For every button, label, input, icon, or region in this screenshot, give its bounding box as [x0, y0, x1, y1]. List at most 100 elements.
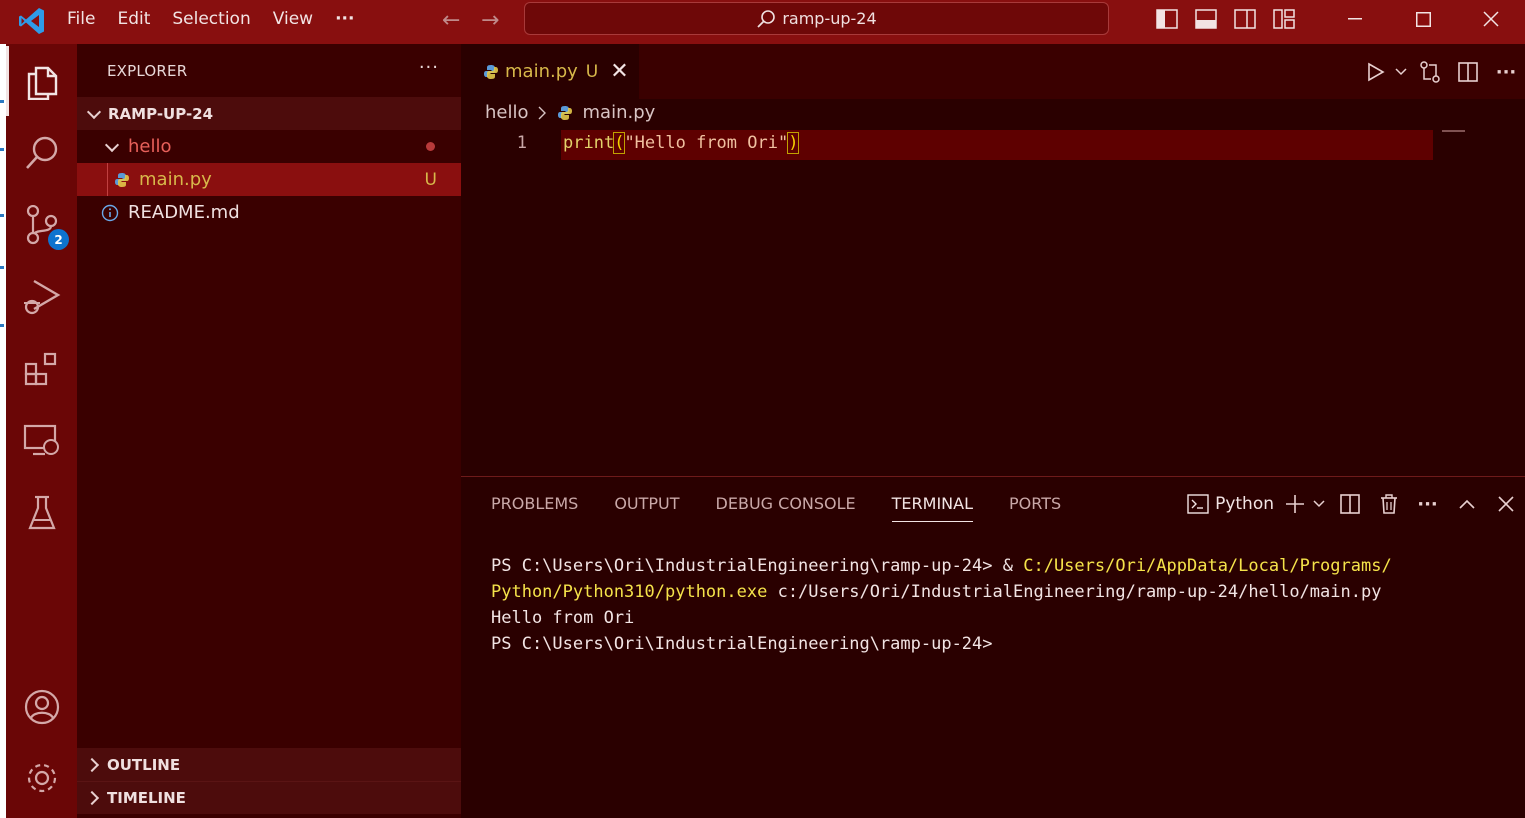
terminal-selector[interactable]: Python	[1179, 494, 1282, 514]
explorer-sidebar: EXPLORER ··· RAMP-UP-24 hello main.py U …	[77, 44, 461, 818]
terminal-exe-path-cont: Python/Python310/python.exe	[491, 582, 768, 602]
editor-more-actions-icon[interactable]: ···	[1487, 54, 1525, 90]
minimap[interactable]	[1442, 130, 1465, 132]
toggle-primary-sidebar-icon[interactable]	[1147, 0, 1186, 38]
menu-file[interactable]: File	[56, 0, 106, 38]
panel-more-actions-icon[interactable]: ···	[1408, 487, 1447, 521]
explorer-icon[interactable]	[6, 46, 77, 116]
workspace-root-label: RAMP-UP-24	[108, 104, 214, 123]
file-label: main.py	[139, 169, 212, 190]
code-token-paren-close: )	[787, 132, 800, 154]
breadcrumb: hello main.py	[485, 102, 655, 123]
workspace-root-header[interactable]: RAMP-UP-24	[77, 97, 461, 130]
run-dropdown-chevron-icon[interactable]	[1391, 54, 1411, 90]
terminal-dropdown-chevron-icon[interactable]	[1308, 487, 1330, 521]
maximize-icon[interactable]	[1389, 0, 1457, 38]
breadcrumb-folder[interactable]: hello	[485, 102, 529, 123]
chevron-right-icon	[538, 106, 546, 119]
command-center-search[interactable]: ramp-up-24	[524, 2, 1109, 35]
minimize-icon[interactable]	[1321, 0, 1389, 38]
close-tab-icon[interactable]: ✕	[610, 59, 628, 84]
tab-problems[interactable]: PROBLEMS	[491, 494, 578, 522]
toggle-panel-icon[interactable]	[1186, 0, 1225, 38]
split-editor-icon[interactable]	[1449, 54, 1487, 90]
breadcrumb-file[interactable]: main.py	[583, 102, 656, 123]
extensions-icon[interactable]	[6, 334, 77, 404]
terminal-output[interactable]: PS C:\Users\Ori\IndustrialEngineering\ra…	[491, 553, 1392, 657]
menu-edit[interactable]: Edit	[106, 0, 161, 38]
open-changes-icon[interactable]	[1411, 54, 1449, 90]
chevron-down-icon	[104, 137, 120, 152]
code-line-1[interactable]: 1 print("Hello from Ori")	[461, 130, 1525, 160]
terminal-arg: c:/Users/Ori/IndustrialEngineering/ramp-…	[767, 582, 1382, 602]
menu-selection[interactable]: Selection	[161, 0, 261, 38]
modified-dot-icon	[426, 142, 435, 151]
editor-area: main.py U ✕ ··· hello main.py 1 print("H…	[461, 44, 1525, 476]
toggle-secondary-sidebar-icon[interactable]	[1225, 0, 1264, 38]
terminal-line: PS C:\Users\Ori\IndustrialEngineering\ra…	[491, 634, 993, 654]
source-control-icon[interactable]: 2	[6, 190, 77, 260]
python-file-icon	[115, 172, 129, 187]
terminal-line: PS C:\Users\Ori\IndustrialEngineering\ra…	[491, 553, 1392, 579]
menu-bar: File Edit Selection View ···	[56, 0, 365, 38]
split-terminal-icon[interactable]	[1330, 487, 1369, 521]
menu-view[interactable]: View	[262, 0, 324, 38]
timeline-section-header[interactable]: TIMELINE	[77, 781, 461, 814]
search-label: ramp-up-24	[782, 9, 877, 28]
chevron-right-icon	[84, 790, 100, 806]
menu-more[interactable]: ···	[324, 0, 365, 38]
accounts-icon[interactable]	[6, 672, 77, 742]
activity-bar: 2	[6, 44, 77, 818]
close-panel-icon[interactable]	[1486, 487, 1525, 521]
search-icon	[757, 9, 776, 28]
testing-icon[interactable]	[6, 478, 77, 548]
chevron-down-icon	[86, 104, 102, 119]
tab-ports[interactable]: PORTS	[1009, 494, 1061, 522]
customize-layout-icon[interactable]	[1264, 0, 1303, 38]
explorer-more-button[interactable]: ···	[419, 57, 439, 78]
terminal-exe-path: C:/Users/Ori/AppData/Local/Programs/	[1023, 556, 1392, 576]
tab-status: U	[585, 61, 599, 82]
line-number: 1	[516, 133, 527, 153]
python-file-icon	[557, 105, 572, 120]
tab-main-py[interactable]: main.py U ✕	[461, 44, 639, 99]
tree-file-main-py[interactable]: main.py U	[77, 163, 461, 196]
back-arrow-icon[interactable]: ←	[442, 8, 460, 33]
code-token-paren-open: (	[613, 132, 626, 154]
close-window-icon[interactable]	[1457, 0, 1525, 38]
tab-debug-console[interactable]: DEBUG CONSOLE	[716, 494, 856, 522]
terminal-prompt: PS C:\Users\Ori\IndustrialEngineering\ra…	[491, 556, 1003, 576]
forward-arrow-icon[interactable]: →	[481, 8, 499, 33]
info-icon	[101, 204, 119, 221]
remote-explorer-icon[interactable]	[6, 406, 77, 476]
terminal-icon	[1187, 494, 1209, 514]
tree-file-readme[interactable]: README.md	[77, 196, 461, 229]
timeline-label: TIMELINE	[107, 789, 186, 807]
indent-guide	[107, 163, 108, 196]
search-icon[interactable]	[6, 118, 77, 188]
file-label: README.md	[128, 202, 240, 223]
manage-gear-icon[interactable]	[6, 743, 77, 813]
source-control-badge: 2	[48, 229, 69, 250]
code-text[interactable]: print("Hello from Ori")	[563, 132, 800, 154]
explorer-title: EXPLORER	[107, 62, 188, 80]
tree-folder-hello[interactable]: hello	[77, 130, 461, 163]
new-terminal-plus-icon[interactable]	[1282, 487, 1308, 521]
outline-label: OUTLINE	[107, 755, 181, 774]
title-bar: File Edit Selection View ··· ← → ramp-up…	[0, 0, 1525, 44]
tab-terminal[interactable]: TERMINAL	[891, 494, 974, 522]
maximize-panel-chevron-up-icon[interactable]	[1447, 487, 1486, 521]
terminal-name: Python	[1215, 494, 1274, 514]
kill-terminal-trash-icon[interactable]	[1369, 487, 1408, 521]
run-debug-icon[interactable]	[6, 262, 77, 332]
editor-tab-bar: main.py U ✕ ···	[461, 44, 1525, 99]
tab-output[interactable]: OUTPUT	[614, 494, 679, 522]
bottom-panel: PROBLEMS OUTPUT DEBUG CONSOLE TERMINAL P…	[461, 476, 1525, 818]
untracked-status: U	[424, 169, 437, 190]
run-python-file-icon[interactable]	[1361, 54, 1391, 90]
terminal-line: Hello from Ori	[491, 608, 635, 628]
vscode-logo-icon	[19, 8, 44, 34]
outline-section-header[interactable]: OUTLINE	[77, 748, 461, 781]
folder-label: hello	[128, 136, 172, 157]
terminal-amp: &	[1002, 556, 1024, 576]
